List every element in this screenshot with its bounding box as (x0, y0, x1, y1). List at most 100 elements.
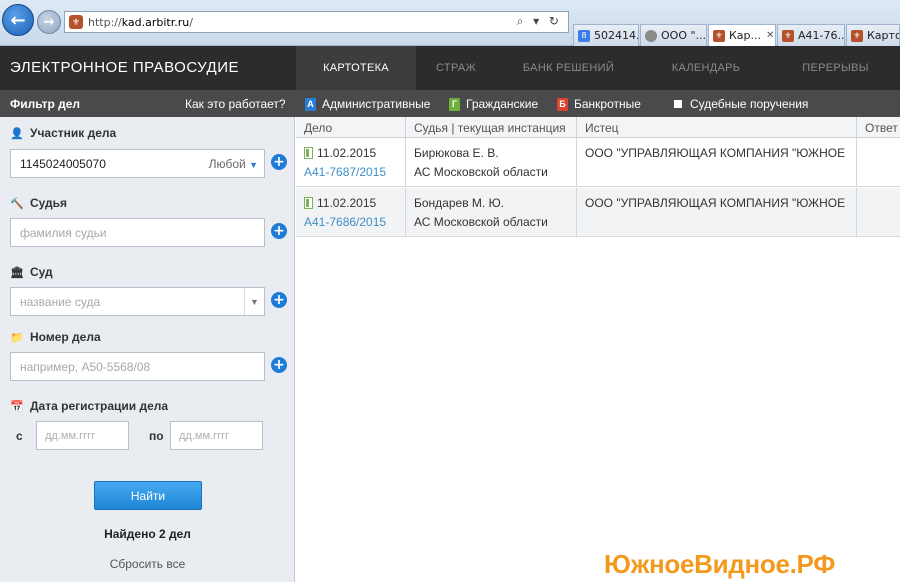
label-text: Номер дела (30, 330, 101, 344)
browser-toolbar: ← → ⚜ http://kad.arbitr.ru/ ⌕ ▾ ↻ 8 5024… (0, 0, 900, 46)
type-administrative[interactable]: А Административные (305, 97, 430, 111)
nav-calendar[interactable]: КАЛЕНДАРЬ (641, 46, 771, 90)
case-number-field[interactable] (20, 359, 264, 374)
loading-icon (645, 29, 657, 42)
back-icon[interactable]: ← (2, 4, 34, 36)
civil-icon: Г (449, 97, 460, 111)
plaintiff-cell: ООО "УПРАВЛЯЮЩАЯ КОМПАНИЯ "ЮЖНОЕ (577, 188, 857, 237)
plaintiff-cell: ООО "УПРАВЛЯЮЩАЯ КОМПАНИЯ "ЮЖНОЕ (577, 138, 857, 187)
nav-breaks[interactable]: ПЕРЕРЫВЫ (771, 46, 900, 90)
document-icon (304, 197, 313, 209)
browser-tab[interactable]: ⚜ Картоте... (846, 24, 900, 46)
participant-mode-select[interactable]: Любой ▼ (209, 157, 258, 171)
col-judge[interactable]: Судья | текущая инстанция (406, 117, 577, 138)
main-nav: КАРТОТЕКА СТРАЖ БАНК РЕШЕНИЙ КАЛЕНДАРЬ П… (296, 46, 900, 90)
type-bankruptcy[interactable]: Б Банкротные (557, 97, 641, 111)
site-header: ЭЛЕКТРОННОЕ ПРАВОСУДИЕ КАРТОТЕКА СТРАЖ Б… (0, 46, 900, 90)
date-to-field[interactable] (179, 429, 262, 442)
case-date: 11.02.2015 (317, 146, 377, 160)
date-to-input[interactable] (170, 421, 263, 450)
judge-cell: Бирюкова Е. В. АС Московской области (406, 138, 577, 187)
browser-tab[interactable]: ООО "... (640, 24, 707, 46)
case-cell: 11.02.2015 А41-7686/2015 (296, 188, 406, 237)
case-number-label: 📁 Номер дела (10, 330, 101, 344)
label-text: Дата регистрации дела (30, 399, 169, 413)
add-court-button[interactable]: + (271, 292, 287, 308)
date-from-input[interactable] (36, 421, 129, 450)
browser-tab[interactable]: 8 502414... (573, 24, 639, 46)
calendar-icon: 📅 (10, 400, 24, 413)
reg-date-label: 📅 Дата регистрации дела (10, 399, 168, 413)
col-plaintiff[interactable]: Истец (577, 117, 857, 138)
type-court-orders[interactable]: Судебные поручения (674, 97, 808, 111)
label-text: Судья (30, 196, 68, 210)
date-to-label: по (149, 429, 164, 443)
plaintiff-name[interactable]: ООО "УПРАВЛЯЮЩАЯ КОМПАНИЯ "ЮЖНОЕ (585, 146, 845, 160)
document-icon (304, 147, 313, 159)
label-text: Участник дела (30, 126, 117, 140)
case-cell: 11.02.2015 А41-7687/2015 (296, 138, 406, 187)
tab-label: Кар... (729, 29, 762, 42)
date-from-field[interactable] (45, 429, 128, 442)
browser-tab-active[interactable]: ⚜ Кар... ✕ (708, 24, 776, 46)
court-building-icon: 🏛 (10, 266, 24, 279)
col-case[interactable]: Дело (296, 117, 406, 138)
participant-value: 1145024005070 (20, 156, 106, 171)
case-date: 11.02.2015 (317, 196, 377, 210)
judge-input[interactable] (10, 218, 265, 247)
court-name: АС Московской области (414, 165, 548, 179)
table-row[interactable]: 11.02.2015 А41-7686/2015 Бондарев М. Ю. … (296, 188, 900, 237)
table-header: Дело Судья | текущая инстанция Истец Отв… (296, 117, 900, 138)
search-refresh-icon[interactable]: ⌕ ▾ ↻ (517, 14, 562, 29)
plaintiff-name[interactable]: ООО "УПРАВЛЯЮЩАЯ КОМПАНИЯ "ЮЖНОЕ (585, 196, 845, 210)
type-civil[interactable]: Г Гражданские (449, 97, 538, 111)
table-row[interactable]: 11.02.2015 А41-7687/2015 Бирюкова Е. В. … (296, 138, 900, 187)
court-name: АС Московской области (414, 215, 548, 229)
reset-all-link[interactable]: Сбросить все (0, 557, 295, 571)
type-label: Административные (322, 97, 431, 111)
nav-guard[interactable]: СТРАЖ (416, 46, 496, 90)
judge-name: Бондарев М. Ю. (414, 196, 505, 210)
participant-input[interactable]: 1145024005070 Любой ▼ (10, 149, 265, 178)
filter-title: Фильтр дел (10, 97, 81, 111)
court-label: 🏛 Суд (10, 265, 53, 279)
chevron-down-icon[interactable]: ▼ (244, 288, 264, 315)
google-icon: 8 (578, 29, 590, 42)
tab-label: Картоте... (867, 29, 900, 42)
close-icon[interactable]: ✕ (766, 30, 774, 41)
nav-cases[interactable]: КАРТОТЕКА (296, 46, 416, 90)
court-field[interactable] (20, 294, 264, 309)
browser-tab[interactable]: ⚜ А41-76... (777, 24, 845, 46)
url-text: http://kad.arbitr.ru/ (88, 15, 193, 29)
checkbox-icon (674, 100, 682, 108)
filter-bar: Фильтр дел Как это работает? А Администр… (0, 90, 900, 117)
add-case-number-button[interactable]: + (271, 357, 287, 373)
site-title[interactable]: ЭЛЕКТРОННОЕ ПРАВОСУДИЕ (10, 59, 239, 76)
address-bar[interactable]: ⚜ http://kad.arbitr.ru/ ⌕ ▾ ↻ (64, 11, 569, 33)
participant-label: 👤 Участник дела (10, 126, 116, 140)
judge-cell: Бондарев М. Ю. АС Московской области (406, 188, 577, 237)
administrative-icon: А (305, 97, 316, 111)
find-button[interactable]: Найти (94, 481, 202, 510)
nav-decisions-bank[interactable]: БАНК РЕШЕНИЙ (496, 46, 641, 90)
court-select[interactable]: ▼ (10, 287, 265, 316)
how-it-works-link[interactable]: Как это работает? (185, 97, 286, 111)
add-participant-button[interactable]: + (271, 154, 287, 170)
case-number-input[interactable] (10, 352, 265, 381)
type-label: Судебные поручения (690, 97, 809, 111)
defendant-cell (857, 138, 900, 187)
type-label: Банкротные (574, 97, 641, 111)
judge-name: Бирюкова Е. В. (414, 146, 499, 160)
tab-label: А41-76... (798, 29, 845, 42)
judge-field[interactable] (20, 225, 264, 240)
col-defendant[interactable]: Ответ (857, 117, 900, 138)
filter-panel: 👤 Участник дела 1145024005070 Любой ▼ + … (0, 117, 295, 582)
gavel-icon: 🔨 (10, 197, 24, 210)
forward-icon[interactable]: → (37, 10, 61, 34)
add-judge-button[interactable]: + (271, 223, 287, 239)
emblem-icon: ⚜ (782, 29, 794, 42)
bankruptcy-icon: Б (557, 97, 568, 111)
case-number-link[interactable]: А41-7686/2015 (304, 215, 405, 229)
judge-label: 🔨 Судья (10, 196, 67, 210)
case-number-link[interactable]: А41-7687/2015 (304, 165, 405, 179)
